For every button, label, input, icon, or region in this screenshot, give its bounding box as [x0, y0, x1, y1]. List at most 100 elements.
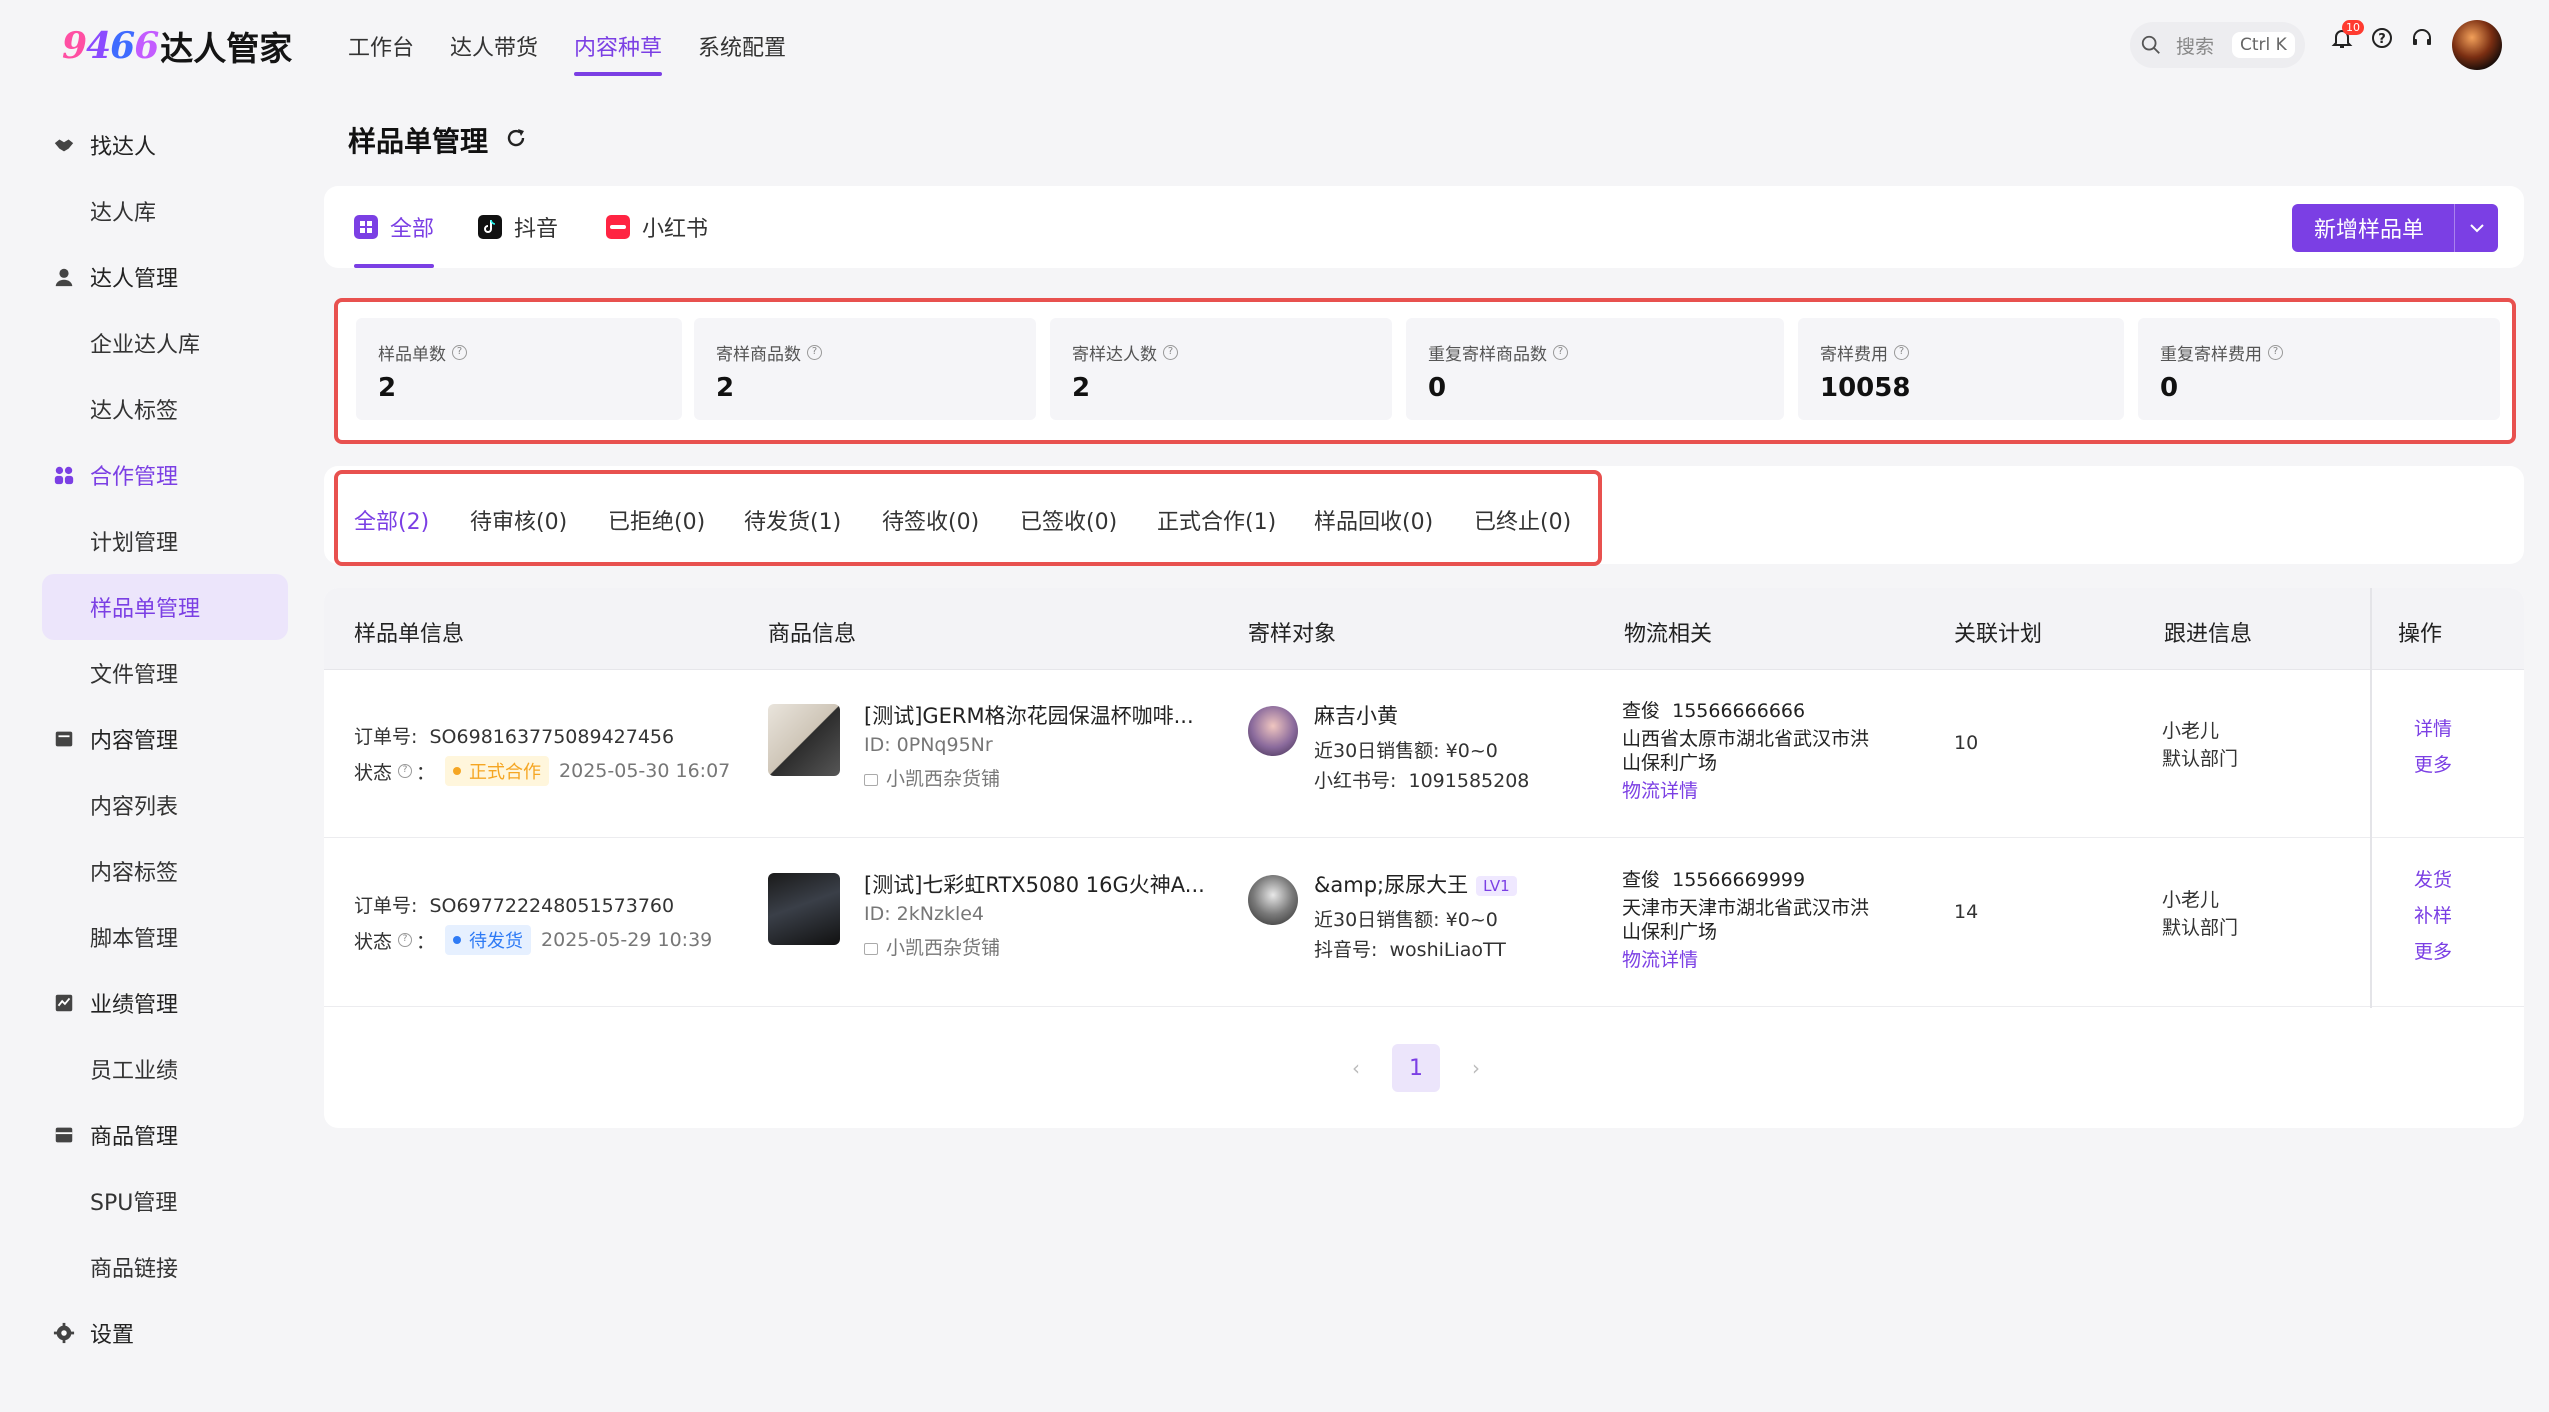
status-tab-all[interactable]: 全部(2) [354, 504, 429, 536]
sidebar-item-staff-performance[interactable]: 员工业绩 [0, 1036, 300, 1102]
status-tab-pending-review[interactable]: 待审核(0) [470, 504, 567, 536]
status-tab-received[interactable]: 已签收(0) [1020, 504, 1117, 536]
influencer-avatar[interactable] [1248, 875, 1298, 925]
level-badge: LV1 [1476, 876, 1517, 896]
product-thumbnail[interactable] [768, 704, 840, 776]
logistics-detail-link[interactable]: 物流详情 [1622, 776, 1698, 803]
help-icon[interactable]: ? [2370, 26, 2396, 52]
sidebar-group-product-mgmt[interactable]: 商品管理 [0, 1102, 300, 1168]
box-icon [52, 1123, 76, 1147]
add-sample-order-button[interactable]: 新增样品单 [2292, 204, 2498, 252]
pagination: ‹ 1 › [1352, 1044, 1480, 1092]
ship-button[interactable]: 发货 [2414, 865, 2452, 892]
follower-name: 小老儿 [2162, 720, 2220, 742]
xiaohongshu-icon [606, 215, 630, 239]
info-icon[interactable]: ? [1894, 345, 1909, 360]
table-row: 订单号: SO698163775089427456 状态?： 正式合作 2025… [324, 670, 2524, 838]
product-name[interactable]: [测试]GERM格沵花园保温杯咖啡... [864, 700, 1194, 730]
info-icon[interactable]: ? [807, 345, 822, 360]
detail-button[interactable]: 详情 [2414, 714, 2452, 741]
chevron-right-icon[interactable]: › [1472, 1056, 1480, 1080]
shop-icon [864, 773, 878, 786]
related-plan[interactable]: 10 [1954, 732, 1978, 754]
product-id: ID: 2kNzkle4 [864, 903, 985, 925]
influencer-avatar[interactable] [1248, 706, 1298, 756]
topnav-workbench[interactable]: 工作台 [348, 0, 414, 92]
sidebar-item-product-links[interactable]: 商品链接 [0, 1234, 300, 1300]
sidebar-group-cooperation-mgmt[interactable]: 合作管理 [0, 442, 300, 508]
more-button[interactable]: 更多 [2414, 937, 2452, 964]
sidebar-item-influencer-library[interactable]: 达人库 [0, 178, 300, 244]
sidebar-item-influencer-tags[interactable]: 达人标签 [0, 376, 300, 442]
stat-sample-cost: 寄样费用? 10058 [1798, 318, 2124, 420]
sidebar-item-content-tags[interactable]: 内容标签 [0, 838, 300, 904]
follower-dept: 默认部门 [2162, 748, 2239, 770]
tab-douyin[interactable]: 抖音 [478, 186, 558, 268]
table-header: 样品单信息 商品信息 寄样对象 物流相关 关联计划 跟进信息 操作 [324, 588, 2524, 670]
tab-xiaohongshu[interactable]: 小红书 [606, 186, 708, 268]
brand-logo[interactable]: 9466 达人管家 [62, 24, 292, 68]
influencer-name[interactable]: &amp;尿尿大王 [1314, 873, 1468, 897]
svg-text:?: ? [2378, 32, 2386, 47]
gear-icon [52, 1321, 76, 1345]
info-icon[interactable]: ? [2268, 345, 2283, 360]
influencer-name[interactable]: 麻吉小黄 [1314, 700, 1398, 730]
logistics-detail-link[interactable]: 物流详情 [1622, 945, 1698, 972]
sidebar-group-settings[interactable]: 设置 [0, 1300, 300, 1366]
status-tab-rejected[interactable]: 已拒绝(0) [608, 504, 705, 536]
product-name[interactable]: [测试]七彩虹RTX5080 16G火神A... [864, 869, 1205, 899]
info-icon[interactable]: ? [398, 764, 413, 778]
follower-dept: 默认部门 [2162, 917, 2239, 939]
info-icon[interactable]: ? [1553, 345, 1568, 360]
status-tab-sample-recycle[interactable]: 样品回收(0) [1314, 504, 1433, 536]
receiver-name: 查俊 [1622, 869, 1661, 891]
status-tab-formal-coop[interactable]: 正式合作(1) [1157, 504, 1276, 536]
receiver-phone: 15566669999 [1672, 869, 1806, 891]
refresh-icon[interactable] [504, 124, 528, 157]
bell-icon[interactable]: 10 [2330, 20, 2364, 52]
chevron-down-icon[interactable] [2454, 204, 2498, 252]
douyin-icon [478, 215, 502, 239]
info-icon[interactable]: ? [1163, 345, 1178, 360]
tab-all-platforms[interactable]: 全部 [354, 186, 435, 268]
page-button-current[interactable]: 1 [1392, 1044, 1440, 1092]
product-thumbnail[interactable] [768, 873, 840, 945]
sales-30d: ¥0~0 [1445, 909, 1498, 931]
headset-icon[interactable] [2410, 26, 2436, 52]
follower-name: 小老儿 [2162, 889, 2220, 911]
shop-icon [864, 942, 878, 955]
resend-sample-button[interactable]: 补样 [2414, 901, 2452, 928]
address-line: 山西省太原市湖北省武汉市洪 [1622, 728, 1870, 750]
sidebar-item-content-list[interactable]: 内容列表 [0, 772, 300, 838]
more-button[interactable]: 更多 [2414, 750, 2452, 777]
sidebar-group-find-influencer[interactable]: 找达人 [0, 112, 300, 178]
related-plan[interactable]: 14 [1954, 901, 1978, 923]
sidebar-group-performance-mgmt[interactable]: 业绩管理 [0, 970, 300, 1036]
topnav-system-config[interactable]: 系统配置 [698, 0, 786, 92]
stat-sample-products: 寄样商品数? 2 [694, 318, 1036, 420]
topnav-content-seeding[interactable]: 内容种草 [574, 0, 663, 92]
sidebar-item-script-mgmt[interactable]: 脚本管理 [0, 904, 300, 970]
global-search[interactable]: 搜索 Ctrl K [2130, 22, 2305, 68]
address-line: 山保利广场 [1622, 752, 1718, 774]
user-avatar[interactable] [2452, 20, 2502, 70]
sidebar-group-content-mgmt[interactable]: 内容管理 [0, 706, 300, 772]
info-icon[interactable]: ? [398, 933, 413, 947]
info-icon[interactable]: ? [452, 345, 467, 360]
stat-sample-influencers: 寄样达人数? 2 [1050, 318, 1392, 420]
status-tab-pending-ship[interactable]: 待发货(1) [744, 504, 841, 536]
topnav-influencer-sales[interactable]: 达人带货 [450, 0, 538, 92]
col-sample-target: 寄样对象 [1248, 622, 1337, 647]
stat-sample-orders: 样品单数? 2 [356, 318, 682, 420]
sidebar-item-spu-mgmt[interactable]: SPU管理 [0, 1168, 300, 1234]
sidebar-item-plan-mgmt[interactable]: 计划管理 [0, 508, 300, 574]
chevron-left-icon[interactable]: ‹ [1352, 1056, 1360, 1080]
status-tab-pending-receipt[interactable]: 待签收(0) [882, 504, 979, 536]
sidebar-item-file-mgmt[interactable]: 文件管理 [0, 640, 300, 706]
status-tab-terminated[interactable]: 已终止(0) [1474, 504, 1571, 536]
sidebar-item-sample-order-mgmt[interactable]: 样品单管理 [42, 574, 288, 640]
sidebar-group-influencer-mgmt[interactable]: 达人管理 [0, 244, 300, 310]
sidebar-item-enterprise-influencers[interactable]: 企业达人库 [0, 310, 300, 376]
logo-digits: 9466 [62, 25, 159, 67]
address-line: 天津市天津市湖北省武汉市洪 [1622, 897, 1870, 919]
